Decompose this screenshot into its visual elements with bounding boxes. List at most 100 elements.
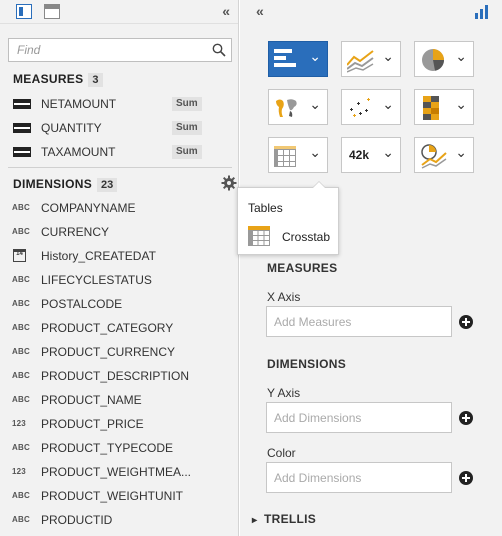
collapse-right-icon[interactable]: « xyxy=(256,3,264,19)
dimension-item[interactable]: ABC PRODUCT_WEIGHTUNIT xyxy=(0,484,238,508)
dimension-item[interactable]: 123 PRODUCT_WEIGHTMEA... xyxy=(0,460,238,484)
search-icon[interactable] xyxy=(212,43,226,57)
scatter-chart-type-button[interactable]: ⌄ xyxy=(341,89,401,125)
dimension-item[interactable]: ABC POSTALCODE xyxy=(0,292,238,316)
color-input[interactable] xyxy=(267,463,451,492)
chevron-down-icon: ⌄ xyxy=(455,48,467,64)
layout-view-tab-icon[interactable] xyxy=(44,4,60,19)
text-type-icon: ABC xyxy=(12,371,30,380)
y-axis-input[interactable] xyxy=(267,403,451,432)
dimension-item[interactable]: ABC PRODUCTID xyxy=(0,508,238,532)
geo-map-type-button[interactable]: ⌄ xyxy=(268,89,328,125)
dimensions-section-title: DIMENSIONS xyxy=(267,357,347,371)
text-type-icon: ABC xyxy=(12,275,30,284)
heatmap-icon xyxy=(423,96,439,120)
pie-chart-type-button[interactable]: ⌄ xyxy=(414,41,474,77)
chevron-down-icon: ⌄ xyxy=(382,144,394,160)
dimension-item[interactable]: ABC PRODUCT_DESCRIPTION xyxy=(0,364,238,388)
dimension-item[interactable]: 123 PRODUCT_PRICE xyxy=(0,412,238,436)
section-divider xyxy=(8,167,232,168)
gear-icon[interactable] xyxy=(221,175,237,191)
dimension-label: PRODUCT_CATEGORY xyxy=(41,321,174,335)
x-axis-dropzone xyxy=(266,306,452,337)
add-color-icon[interactable] xyxy=(459,471,473,485)
dimension-item[interactable]: ABC COMPANYNAME xyxy=(0,196,238,220)
add-dimension-icon[interactable] xyxy=(459,411,473,425)
geo-map-icon xyxy=(276,99,297,117)
chevron-down-icon: ⌄ xyxy=(309,96,321,112)
y-axis-label: Y Axis xyxy=(267,386,301,400)
dimension-label: PRODUCT_TYPECODE xyxy=(41,441,174,455)
aggregation-badge[interactable]: Sum xyxy=(172,97,202,111)
dimension-item[interactable]: ABC PRODUCT_CATEGORY xyxy=(0,316,238,340)
dimension-item[interactable]: ABC CURRENCY xyxy=(0,220,238,244)
color-dropzone xyxy=(266,462,452,493)
dimension-label: COMPANYNAME xyxy=(41,201,136,215)
trellis-section[interactable]: ▸ TRELLIS xyxy=(252,512,316,526)
other-chart-type-button[interactable]: ⌄ xyxy=(414,137,474,173)
numeric-point-type-button[interactable]: 42k ⌄ xyxy=(341,137,401,173)
dimension-label: PRODUCT_DESCRIPTION xyxy=(41,369,190,383)
measures-header: MEASURES 3 xyxy=(13,72,103,87)
dimension-item[interactable]: 14 History_CREATEDAT xyxy=(0,244,238,268)
popover-title: Tables xyxy=(248,201,283,215)
aggregation-badge[interactable]: Sum xyxy=(172,121,202,135)
chevron-down-icon: ⌄ xyxy=(382,96,394,112)
dimension-label: PRODUCT_CURRENCY xyxy=(41,345,176,359)
crosstab-label: Crosstab xyxy=(282,230,331,244)
heatmap-type-button[interactable]: ⌄ xyxy=(414,89,474,125)
find-input[interactable] xyxy=(9,39,199,61)
dimension-label: PRODUCT_WEIGHTUNIT xyxy=(41,489,183,503)
text-type-icon: ABC xyxy=(12,299,30,308)
table-type-button[interactable]: ⌄ xyxy=(268,137,328,173)
chevron-down-icon: ⌄ xyxy=(455,96,467,112)
pie-chart-icon xyxy=(422,49,444,71)
numeric-point-icon: 42k xyxy=(349,148,370,162)
dimension-label: PRODUCTID xyxy=(41,513,113,527)
dimension-item[interactable]: ABC PRODUCT_NAME xyxy=(0,388,238,412)
table-icon xyxy=(274,146,296,167)
aggregation-badge[interactable]: Sum xyxy=(172,145,202,159)
measures-title: MEASURES xyxy=(13,72,84,86)
text-type-icon: ABC xyxy=(12,347,30,356)
measure-item[interactable]: QUANTITY Sum xyxy=(0,116,238,140)
chevron-down-icon: ⌄ xyxy=(309,144,321,160)
text-type-icon: ABC xyxy=(12,323,30,332)
text-type-icon: ABC xyxy=(12,203,30,212)
measure-icon xyxy=(13,147,31,157)
measure-item[interactable]: TAXAMOUNT Sum xyxy=(0,140,238,164)
add-measure-icon[interactable] xyxy=(459,315,473,329)
tables-popover: Tables Crosstab xyxy=(237,181,339,255)
data-panel: « MEASURES 3 NETAMOUNT Sum QUANTITY Sum T… xyxy=(0,0,239,536)
measure-icon xyxy=(13,99,31,109)
measures-count: 3 xyxy=(88,73,103,87)
dimension-item[interactable]: ABC PRODUCT_CURRENCY xyxy=(0,340,238,364)
measure-icon xyxy=(13,123,31,133)
line-chart-type-button[interactable]: ⌄ xyxy=(341,41,401,77)
chart-builder-icon[interactable] xyxy=(474,5,490,19)
chevron-down-icon: ⌄ xyxy=(455,144,467,160)
text-type-icon: ABC xyxy=(12,443,30,452)
x-axis-input[interactable] xyxy=(267,307,451,336)
numeric-type-icon: 123 xyxy=(12,467,26,476)
chevron-down-icon: ⌄ xyxy=(309,48,321,64)
dimension-item[interactable]: ABC LIFECYCLESTATUS xyxy=(0,268,238,292)
data-view-tab-icon[interactable] xyxy=(16,4,32,19)
text-type-icon: ABC xyxy=(12,515,30,524)
measure-item[interactable]: NETAMOUNT Sum xyxy=(0,92,238,116)
measures-list: NETAMOUNT Sum QUANTITY Sum TAXAMOUNT Sum xyxy=(0,92,238,164)
crosstab-option[interactable]: Crosstab xyxy=(244,226,334,250)
dimension-item[interactable]: ABC PRODUCT_TYPECODE xyxy=(0,436,238,460)
scatter-chart-icon xyxy=(350,98,370,117)
bar-chart-type-button[interactable]: ⌄ xyxy=(268,41,328,77)
dimension-label: History_CREATEDAT xyxy=(41,249,156,263)
measure-label: QUANTITY xyxy=(41,121,102,135)
collapse-left-icon[interactable]: « xyxy=(222,3,230,19)
text-type-icon: ABC xyxy=(12,491,30,500)
x-axis-label: X Axis xyxy=(267,290,301,304)
dimension-label: PRODUCT_WEIGHTMEA... xyxy=(41,465,192,479)
crosstab-icon xyxy=(248,226,270,246)
text-type-icon: ABC xyxy=(12,227,30,236)
trellis-title: TRELLIS xyxy=(264,512,317,526)
dimensions-count: 23 xyxy=(97,178,118,192)
